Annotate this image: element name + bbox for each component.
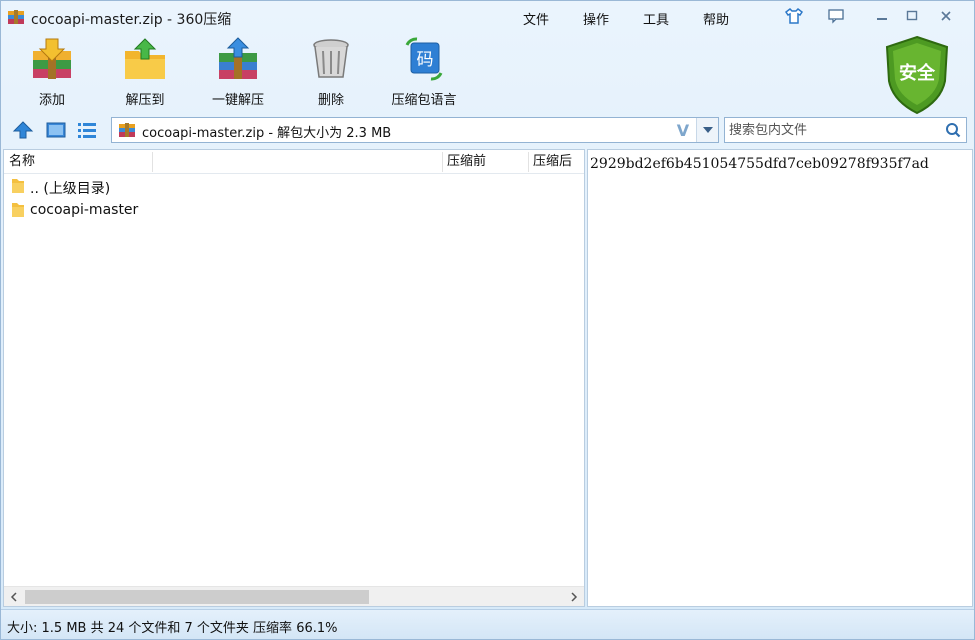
maximize-icon [906,10,918,21]
extract-to-button[interactable]: 解压到 [100,37,190,109]
search-field [724,117,967,143]
extract-to-label: 解压到 [125,93,165,108]
chevron-right-icon [571,591,578,602]
arrow-up-icon [12,121,34,139]
archive-comment-pane: 2929bd2ef6b451054755dfd7ceb09278f935f7ad [587,149,973,607]
column-name[interactable]: 名称 [4,150,444,174]
add-button[interactable]: 添加 [7,37,97,109]
large-icon-view-icon [46,122,66,138]
one-click-extract-icon [219,37,257,79]
minimize-button[interactable] [871,6,893,26]
archive-language-button[interactable]: 码 压缩包语言 [379,37,469,109]
menu-tools[interactable]: 工具 [626,7,686,30]
path-field[interactable]: cocoapi-master.zip - 解包大小为 2.3 MB V [111,117,719,143]
scroll-left-button[interactable] [4,587,24,606]
path-text: cocoapi-master.zip - 解包大小为 2.3 MB [142,126,392,141]
folder-icon [12,203,24,217]
menu-file[interactable]: 文件 [506,7,566,30]
delete-label: 删除 [317,93,344,108]
skin-shirt-button[interactable] [783,6,805,26]
status-bar: 大小: 1.5 MB 共 24 个文件和 7 个文件夹 压缩率 66.1% [1,609,974,639]
security-shield-badge[interactable]: 安全 [881,35,953,115]
trash-bin-icon [313,39,349,78]
archive-app-icon [7,9,25,25]
svg-text:V: V [677,121,690,139]
menu-operate[interactable]: 操作 [566,7,626,30]
app-window: cocoapi-master.zip - 360压缩 文件 操作 工具 帮助 添… [0,0,975,640]
language-code-icon: 码 [405,37,443,81]
maximize-button[interactable] [901,6,923,26]
horizontal-scrollbar[interactable] [4,586,584,606]
file-name: .. (上级目录) [30,181,111,197]
svg-text:安全: 安全 [899,62,936,84]
up-level-button[interactable] [11,119,35,141]
file-row-cocoapi-master[interactable]: cocoapi-master [4,198,584,222]
file-list-header: 名称 压缩前 压缩后 [4,150,584,174]
scroll-thumb[interactable] [25,590,369,604]
path-dropdown-button[interactable] [696,118,718,142]
main-toolbar: 添加 解压到 一键解压 删除 码 压缩包语言 安全 [1,33,974,115]
list-view-icon [78,123,96,138]
add-archive-icon [33,38,71,79]
chevron-down-icon [702,127,713,133]
menu-help[interactable]: 帮助 [686,7,746,30]
search-icon [946,123,961,138]
search-input[interactable] [725,118,941,142]
chevron-left-icon [10,591,17,602]
archive-language-label: 压缩包语言 [391,93,457,108]
svg-text:码: 码 [417,50,434,70]
column-size-after[interactable]: 压缩后 [528,150,584,174]
message-icon [828,9,844,24]
archive-file-icon [118,122,136,138]
file-list-pane: 名称 压缩前 压缩后 .. (上级目录) cocoapi-master [3,149,585,607]
shirt-icon [784,8,804,24]
title-bar: cocoapi-master.zip - 360压缩 文件 操作 工具 帮助 [1,1,974,33]
file-name: cocoapi-master [30,202,139,218]
list-view-button[interactable] [75,119,99,141]
folder-icon [12,179,24,193]
address-bar: cocoapi-master.zip - 解包大小为 2.3 MB V [1,113,974,147]
verified-v-icon[interactable]: V [672,119,694,141]
column-size-before[interactable]: 压缩前 [442,150,528,174]
thumbnail-view-button[interactable] [44,119,68,141]
one-click-extract-button[interactable]: 一键解压 [193,37,283,109]
window-title: cocoapi-master.zip - 360压缩 [31,12,232,28]
delete-button[interactable]: 删除 [286,37,376,109]
one-click-extract-label: 一键解压 [211,93,264,108]
minimize-icon [877,18,887,20]
scroll-right-button[interactable] [564,587,584,606]
shield-icon: 安全 [885,35,949,115]
extract-folder-icon [125,38,165,79]
file-row-parent[interactable]: .. (上级目录) [4,174,584,198]
menu-bar: 文件 操作 工具 帮助 [506,7,746,30]
add-label: 添加 [38,93,65,108]
feedback-button[interactable] [825,6,847,26]
close-button[interactable] [935,6,957,26]
status-text: 大小: 1.5 MB 共 24 个文件和 7 个文件夹 压缩率 66.1% [7,621,338,636]
search-button[interactable] [943,120,963,140]
close-icon [941,11,951,21]
archive-comment: 2929bd2ef6b451054755dfd7ceb09278f935f7ad [590,156,929,172]
